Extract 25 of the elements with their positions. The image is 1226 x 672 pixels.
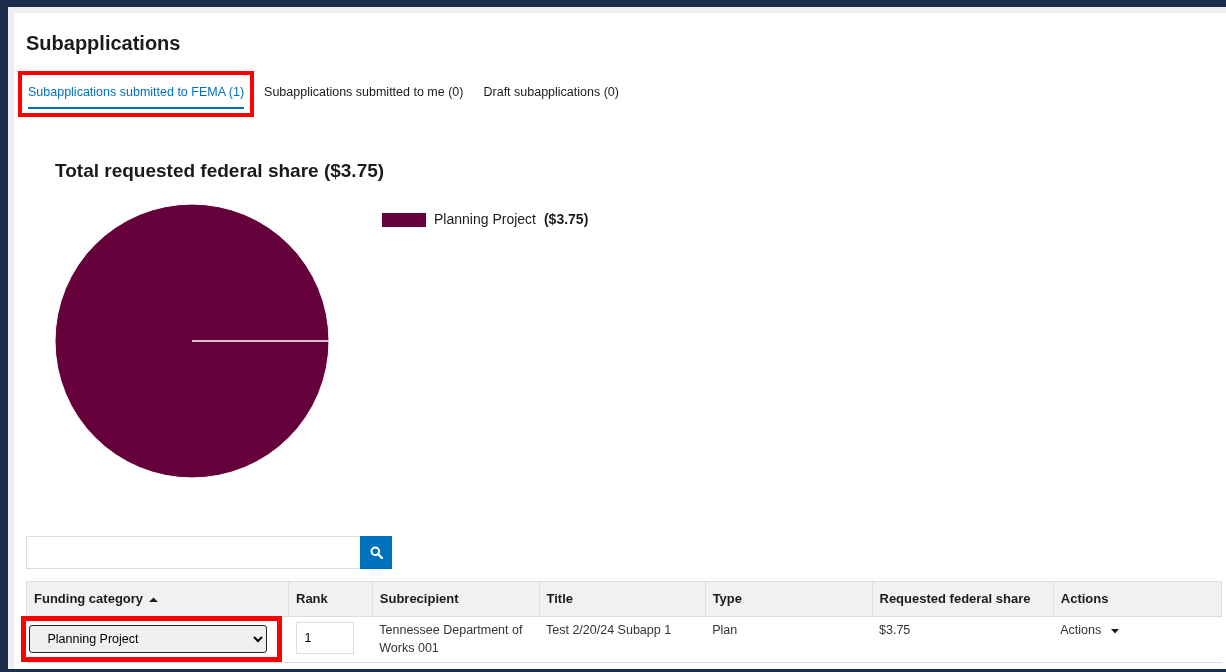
- chart-title: Total requested federal share ($3.75): [55, 158, 386, 183]
- page-title: Subapplications: [26, 31, 182, 55]
- rank-field[interactable]: 1: [295, 622, 354, 655]
- column-header: Type: [705, 581, 872, 617]
- tab[interactable]: Subapplications submitted to FEMA (1): [28, 79, 245, 109]
- caret-icon: [1111, 628, 1120, 634]
- search-icon: [369, 546, 383, 560]
- legend-label: Planning Project: [434, 210, 536, 230]
- tab[interactable]: Subapplications submitted to me (0): [264, 79, 464, 109]
- column-header: Title: [539, 581, 706, 617]
- column-header: Requested federal share: [872, 581, 1054, 617]
- search-button[interactable]: [360, 536, 392, 570]
- column-header[interactable]: Funding category: [26, 581, 289, 617]
- table-cell: Tennessee Department of Works 001: [379, 623, 523, 655]
- table-cell: Plan: [712, 623, 738, 638]
- category-select[interactable]: Planning Project: [28, 625, 267, 654]
- column-header: Subrecipient: [372, 581, 539, 617]
- table-cell: Test 2/20/24 Subapp 1: [546, 623, 672, 638]
- column-header: Rank: [288, 581, 373, 617]
- table-cell: $3.75: [879, 623, 911, 638]
- search-field[interactable]: [26, 536, 360, 570]
- legend-value: ($3.75): [543, 210, 589, 230]
- actions-dropdown[interactable]: Actions: [1060, 622, 1120, 640]
- tab[interactable]: Draft subapplications (0): [483, 79, 619, 109]
- column-header: Actions: [1053, 581, 1222, 617]
